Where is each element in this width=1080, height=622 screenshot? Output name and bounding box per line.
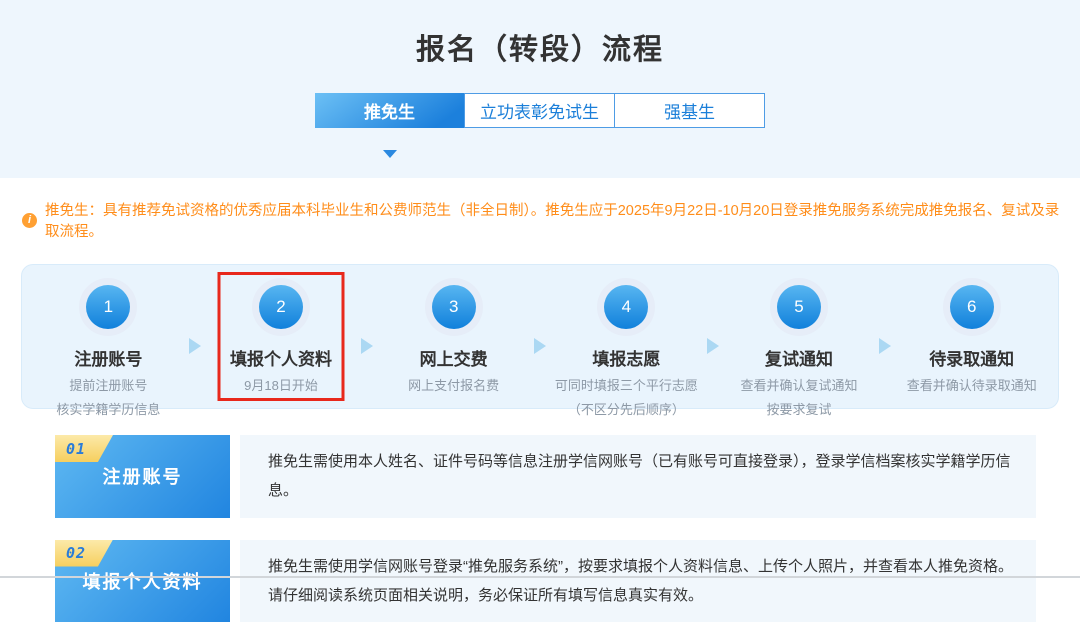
step-number-badge: 5 [777,285,821,329]
section-label: 注册账号 [103,463,183,489]
step-title: 网上交费 [367,345,540,370]
step-title: 填报志愿 [540,345,713,370]
caret-down-icon [383,150,397,158]
step-subtitle: （不区分先后顺序） [540,399,713,418]
info-icon: i [22,213,37,228]
step-subtitle: 提前注册账号 [22,375,195,394]
step-number-badge: 1 [86,285,130,329]
step-subtitle: 查看并确认复试通知 [713,375,886,394]
step-fill-preferences: 4 填报志愿 可同时填报三个平行志愿 （不区分先后顺序） [540,278,713,408]
step-online-payment: 3 网上交费 网上支付报名费 [367,278,540,408]
section-label-box: 02 填报个人资料 [55,540,230,622]
section-description-text: 推免生需使用本人姓名、证件号码等信息注册学信网账号（已有账号可直接登录），登录学… [268,447,1014,506]
section-number-badge: 02 [55,540,113,567]
section-fill-personal-info: 02 填报个人资料 推免生需使用学信网账号登录“推免服务系统”，按要求填报个人资… [55,540,1036,622]
step-title: 待录取通知 [885,345,1058,370]
step-subtitle: 按要求复试 [713,399,886,418]
step-subtitle: 网上支付报名费 [367,375,540,394]
step-subtitle: 查看并确认待录取通知 [885,375,1058,394]
tab-tuimiansheng[interactable]: 推免生 [315,93,464,128]
hero-band: 报名（转段）流程 推免生 立功表彰免试生 强基生 [0,0,1080,178]
tab-bar: 推免生 立功表彰免试生 强基生 [315,93,765,128]
step-retest-notice: 5 复试通知 查看并确认复试通知 按要求复试 [713,278,886,408]
step-circle-halo: 4 [597,278,655,336]
step-circle-halo: 3 [425,278,483,336]
step-number-badge: 2 [259,285,303,329]
step-subtitle: 9月18日开始 [195,375,368,394]
page-title: 报名（转段）流程 [0,0,1080,68]
step-subtitle: 核实学籍学历信息 [22,399,195,418]
section-description: 推免生需使用本人姓名、证件号码等信息注册学信网账号（已有账号可直接登录），登录学… [240,435,1036,518]
step-number-badge: 4 [604,285,648,329]
section-description-text: 推免生需使用学信网账号登录“推免服务系统”，按要求填报个人资料信息、上传个人照片… [268,552,1014,611]
process-steps-panel: 1 注册账号 提前注册账号 核实学籍学历信息 2 填报个人资料 9月18日开始 … [21,264,1059,409]
step-title: 填报个人资料 [195,345,368,370]
step-fill-personal-info: 2 填报个人资料 9月18日开始 [195,278,368,408]
step-admission-pending-notice: 6 待录取通知 查看并确认待录取通知 [885,278,1058,408]
tab-qiangjisheng[interactable]: 强基生 [614,93,765,128]
step-circle-halo: 5 [770,278,828,336]
step-title: 复试通知 [713,345,886,370]
step-circle-halo: 2 [252,278,310,336]
notice-bar: i 推免生：具有推荐免试资格的优秀应届本科毕业生和公费师范生（非全日制）。推免生… [22,199,1060,241]
notice-text: 推免生：具有推荐免试资格的优秀应届本科毕业生和公费师范生（非全日制）。推免生应于… [45,199,1060,241]
section-number-badge: 01 [55,435,113,462]
section-register-account: 01 注册账号 推免生需使用本人姓名、证件号码等信息注册学信网账号（已有账号可直… [55,435,1036,518]
section-description: 推免生需使用学信网账号登录“推免服务系统”，按要求填报个人资料信息、上传个人照片… [240,540,1036,622]
section-label: 填报个人资料 [83,568,203,594]
step-circle-halo: 6 [943,278,1001,336]
step-circle-halo: 1 [79,278,137,336]
step-number-badge: 3 [432,285,476,329]
section-label-box: 01 注册账号 [55,435,230,518]
page-root: 报名（转段）流程 推免生 立功表彰免试生 强基生 i 推免生：具有推荐免试资格的… [0,0,1080,578]
step-number-badge: 6 [950,285,994,329]
step-subtitle: 可同时填报三个平行志愿 [540,375,713,394]
step-title: 注册账号 [22,345,195,370]
step-register-account: 1 注册账号 提前注册账号 核实学籍学历信息 [22,278,195,408]
tab-ligong-biaozhang[interactable]: 立功表彰免试生 [464,93,615,128]
